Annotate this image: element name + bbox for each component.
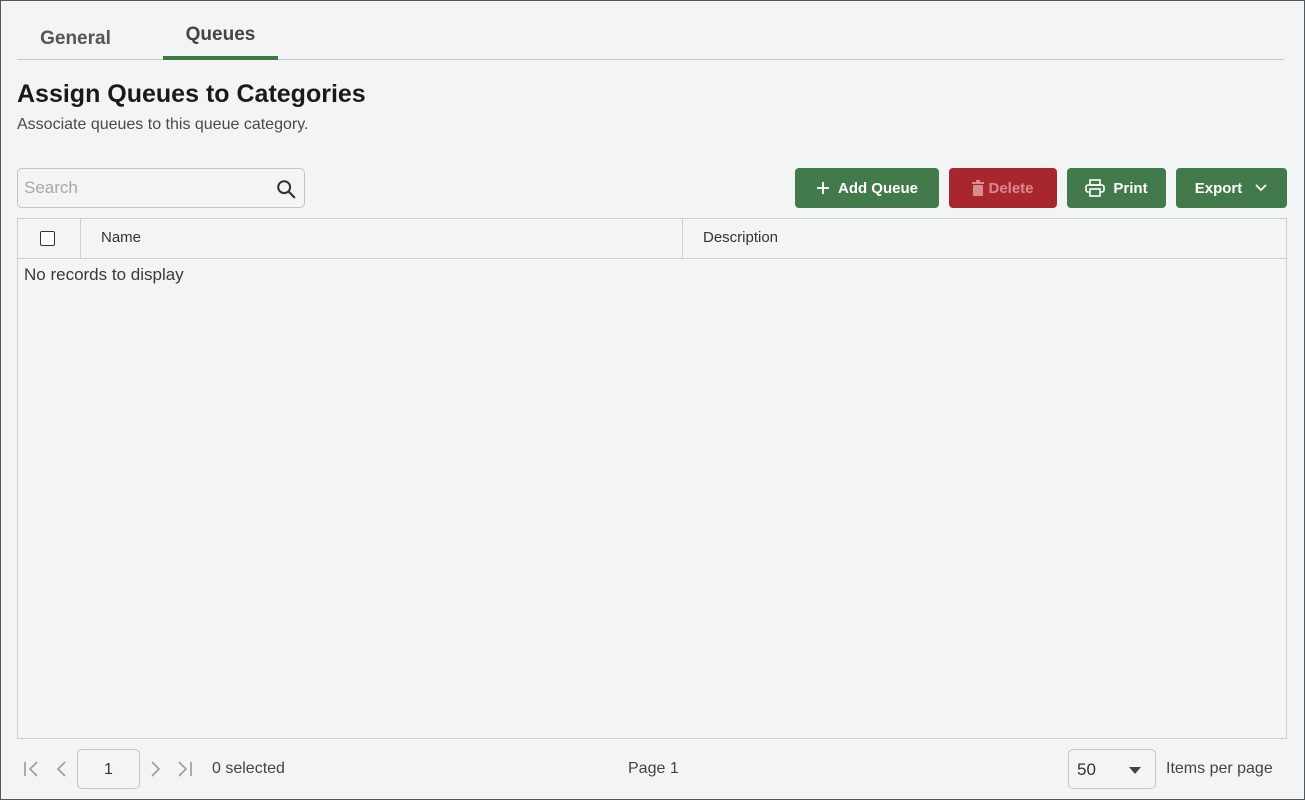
grid-header: Name Description — [18, 219, 1286, 259]
add-queue-label: Add Queue — [837, 179, 918, 197]
first-page-icon[interactable] — [23, 760, 41, 778]
plus-icon — [816, 182, 829, 194]
search-input[interactable] — [24, 175, 264, 201]
delete-button[interactable]: Delete — [949, 168, 1057, 208]
prev-page-icon[interactable] — [53, 760, 71, 778]
tab-queues[interactable]: Queues — [163, 13, 278, 60]
caret-down-icon — [1129, 767, 1141, 774]
trash-icon — [972, 180, 985, 196]
select-all-checkbox[interactable] — [39, 230, 55, 246]
column-header-name[interactable]: Name — [81, 219, 683, 259]
page-number-input[interactable]: 1 — [77, 749, 140, 789]
queues-grid: Name Description No records to display — [17, 218, 1287, 739]
search-icon[interactable] — [275, 178, 297, 200]
page-frame: General Queues Assign Queues to Categori… — [0, 0, 1305, 800]
page-title: Assign Queues to Categories — [17, 80, 366, 108]
print-label: Print — [1113, 179, 1148, 197]
items-per-page-value: 50 — [1077, 760, 1096, 779]
delete-label: Delete — [988, 179, 1034, 197]
column-header-description[interactable]: Description — [683, 219, 1286, 259]
page-subtitle: Associate queues to this queue category. — [17, 116, 309, 133]
export-button[interactable]: Export — [1176, 168, 1287, 208]
items-per-page-label: Items per page — [1166, 760, 1273, 777]
selected-count: 0 selected — [212, 760, 285, 777]
empty-message: No records to display — [24, 265, 184, 284]
printer-icon — [1085, 179, 1106, 197]
next-page-icon[interactable] — [146, 760, 164, 778]
tab-general[interactable]: General — [17, 17, 134, 61]
add-queue-button[interactable]: Add Queue — [795, 168, 939, 208]
items-per-page-select[interactable]: 50 — [1068, 749, 1156, 789]
search-box — [17, 168, 305, 208]
chevron-down-icon — [1255, 184, 1267, 192]
last-page-icon[interactable] — [175, 760, 193, 778]
export-label: Export — [1194, 179, 1243, 197]
tab-bar: General Queues — [17, 15, 1284, 60]
print-button[interactable]: Print — [1067, 168, 1166, 208]
header-checkbox-cell — [18, 219, 81, 259]
page-info: Page 1 — [628, 760, 679, 777]
